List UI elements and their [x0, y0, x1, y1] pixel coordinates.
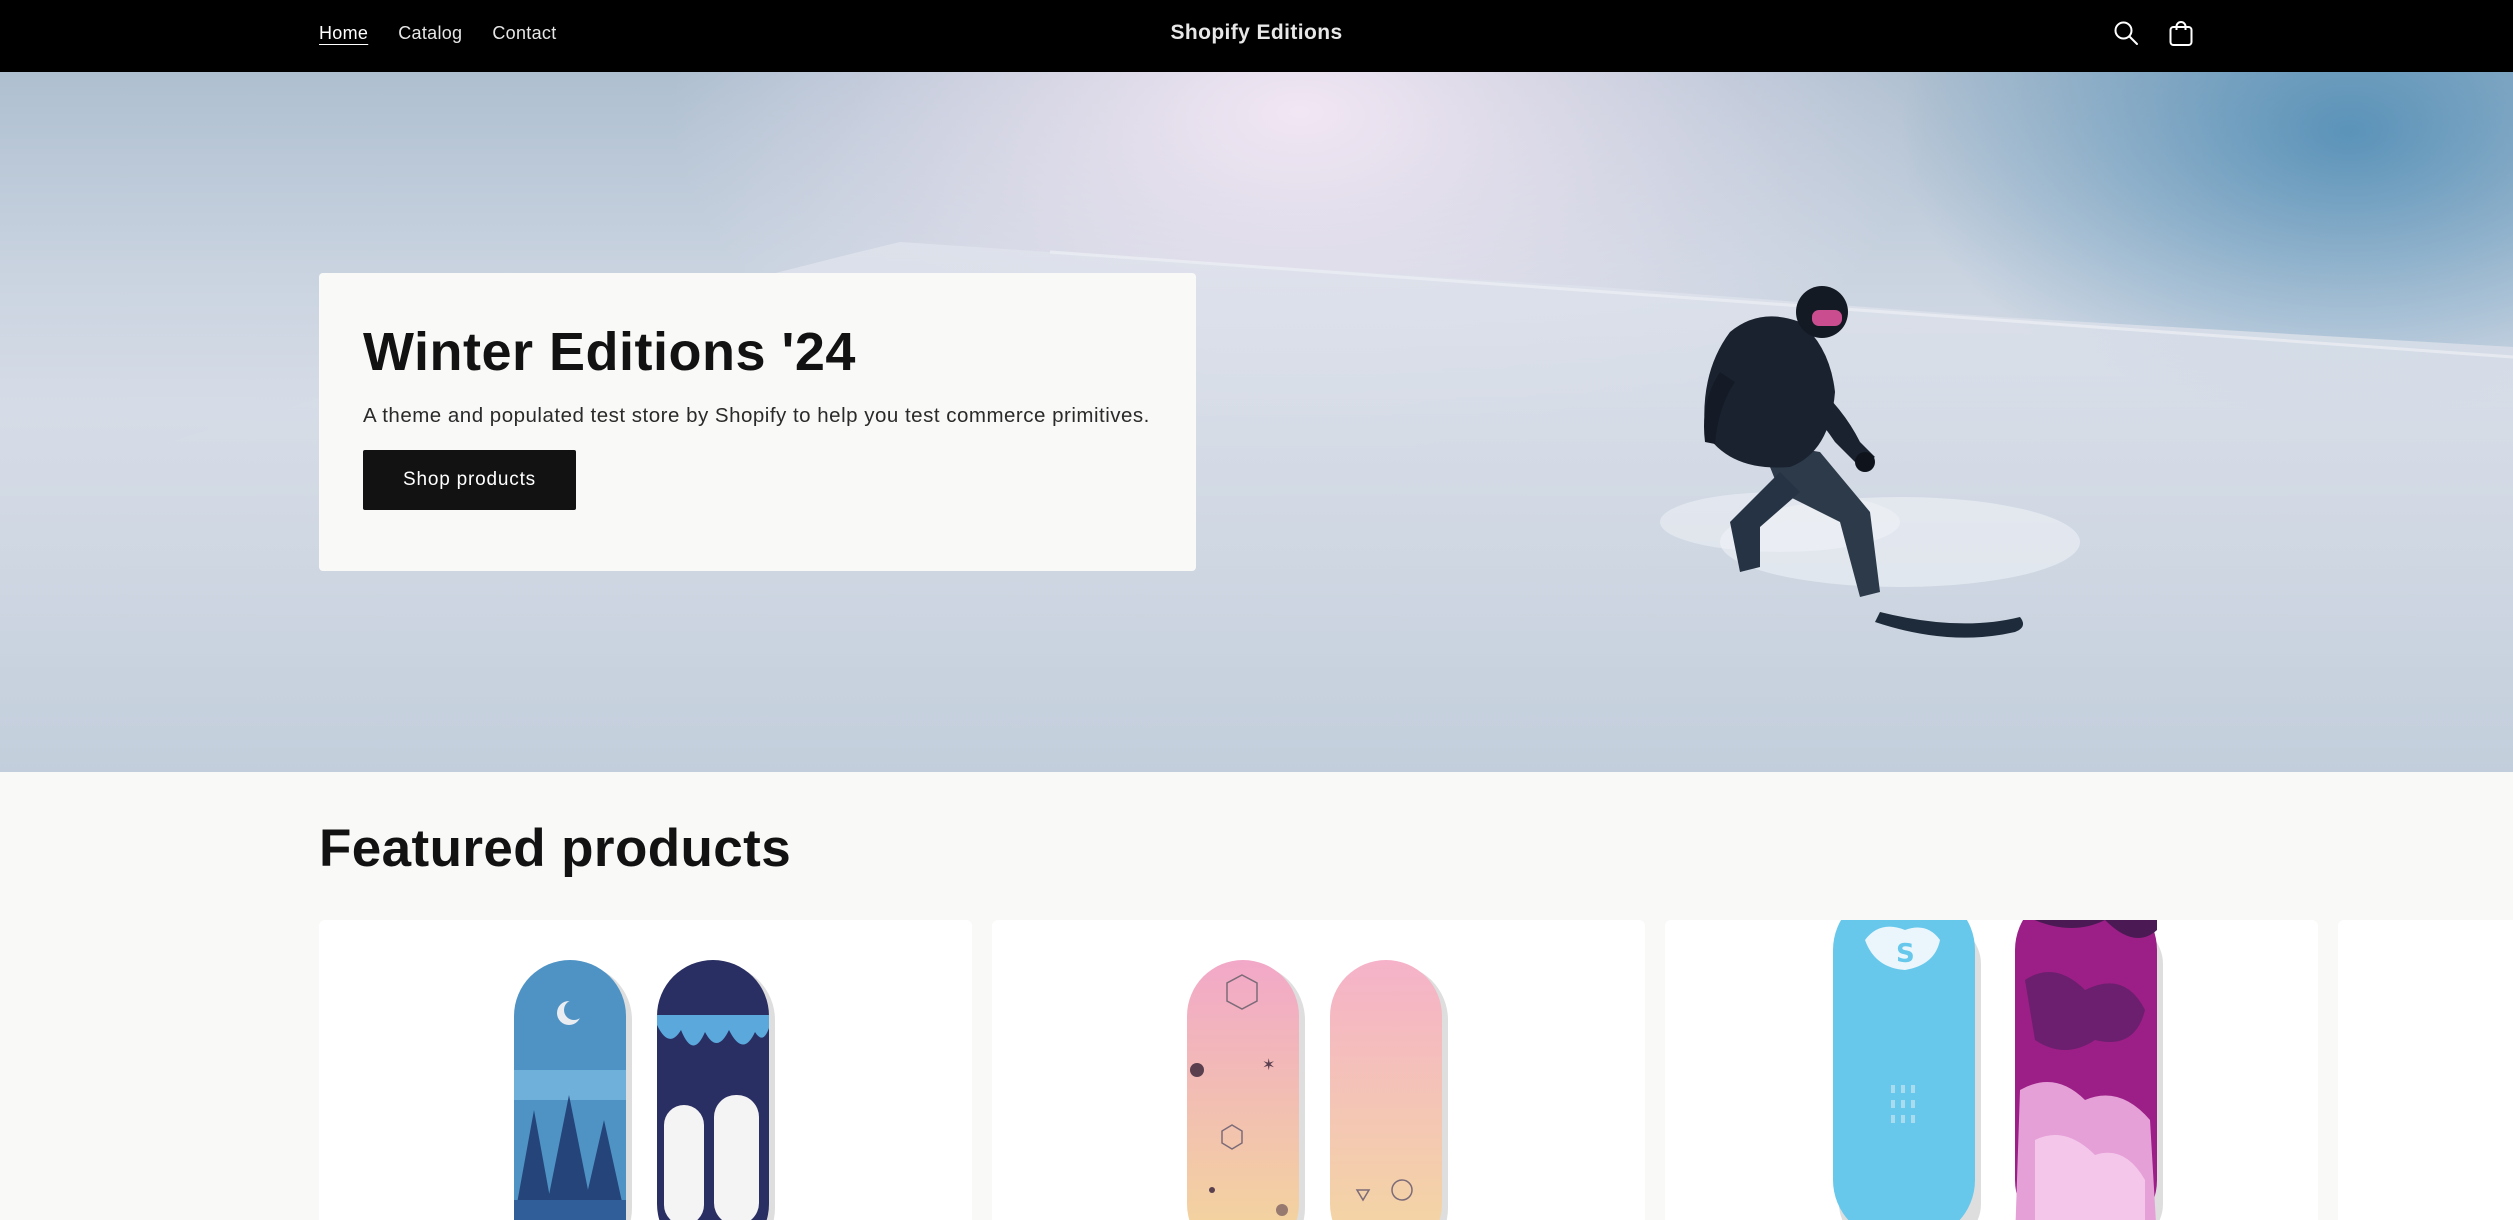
snowboard-pair-light-blue-magenta-image: S: [1833, 920, 2163, 1220]
store-logo-text[interactable]: Shopify Editions: [1170, 21, 1342, 45]
product-card-1[interactable]: [319, 920, 972, 1220]
shop-products-button[interactable]: Shop products: [363, 450, 576, 511]
nav-link-contact[interactable]: Contact: [492, 23, 556, 44]
nav-link-catalog[interactable]: Catalog: [398, 23, 462, 44]
snowboard-pair-blue-forest-image: [514, 960, 775, 1220]
nav-link-home[interactable]: Home: [319, 23, 368, 44]
hero-title: Winter Editions '24: [363, 322, 856, 382]
product-card-4-partial[interactable]: [2338, 920, 2513, 1220]
main-nav: Home Catalog Contact: [319, 0, 557, 66]
hero-content-card: Winter Editions '24 A theme and populate…: [319, 273, 1196, 571]
hero-banner: Winter Editions '24 A theme and populate…: [0, 72, 2513, 772]
cart-icon[interactable]: [2165, 17, 2197, 49]
site-header: Home Catalog Contact Shopify Editions: [0, 0, 2513, 72]
snowboard-pair-pastel-pink-image: ✶: [1187, 960, 1448, 1220]
product-card-3[interactable]: S: [1665, 920, 2318, 1220]
svg-text:S: S: [1896, 939, 1915, 969]
search-icon[interactable]: [2110, 17, 2142, 49]
featured-products-heading: Featured products: [319, 819, 792, 878]
svg-text:✶: ✶: [1262, 1055, 1275, 1074]
product-card-2[interactable]: ✶: [992, 920, 1645, 1220]
hero-subtitle: A theme and populated test store by Shop…: [363, 404, 1150, 428]
